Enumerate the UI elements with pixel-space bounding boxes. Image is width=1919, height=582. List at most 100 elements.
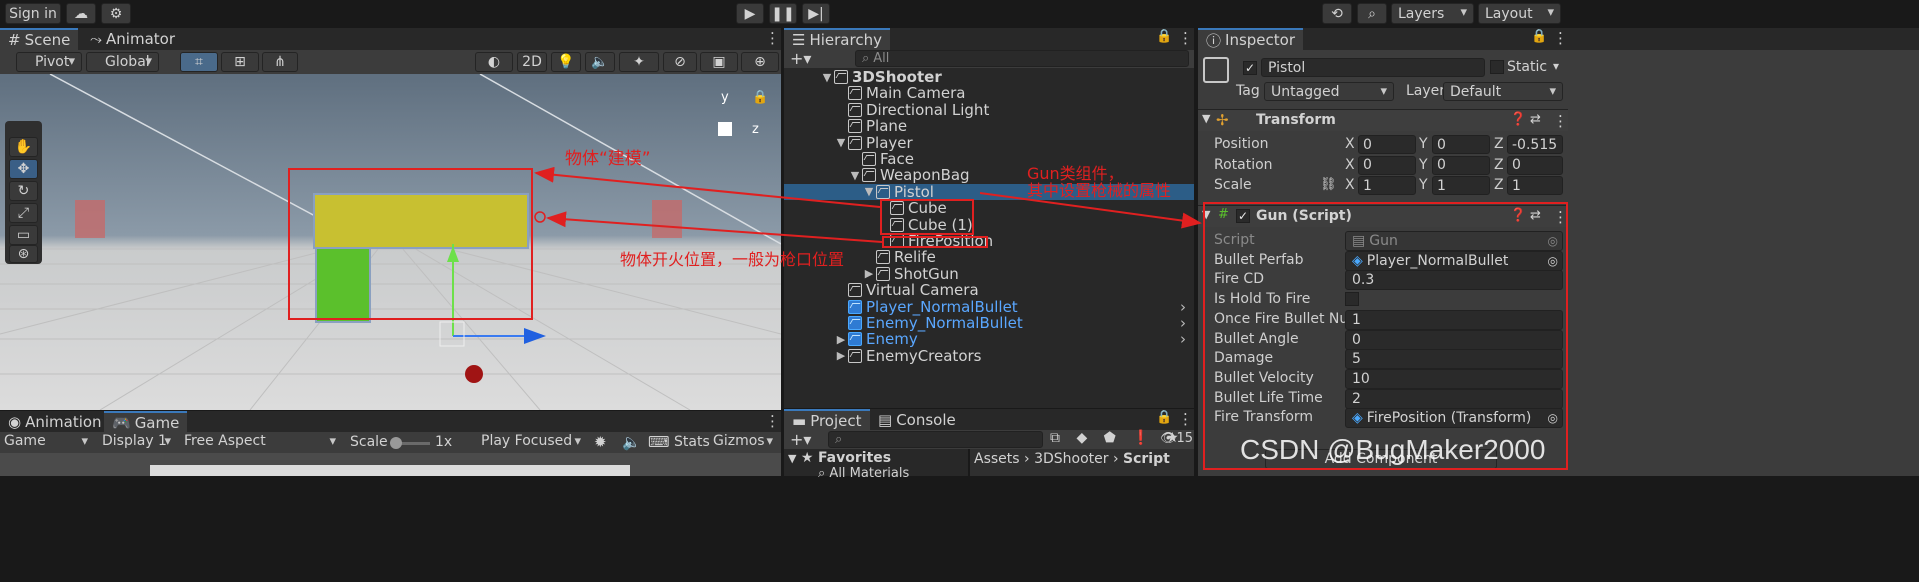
lighting-toggle[interactable]: 💡 bbox=[551, 52, 581, 72]
game-viewport[interactable] bbox=[0, 453, 781, 476]
layer-dropdown[interactable]: Default bbox=[1443, 82, 1563, 101]
hierarchy-item[interactable]: ▼ 3DShooter bbox=[784, 68, 1194, 86]
transform-preset-icon[interactable]: ⇄ bbox=[1530, 112, 1541, 127]
rect-tool-icon[interactable]: ▭ bbox=[9, 225, 38, 245]
axis-label-x[interactable]: X bbox=[1345, 177, 1355, 193]
hierarchy-search-input[interactable]: ⌕ All bbox=[855, 50, 1189, 67]
inspector-lock-icon[interactable]: 🔒 bbox=[1531, 29, 1547, 44]
aspect-dropdown[interactable]: Free Aspect bbox=[184, 433, 342, 452]
object-name-input[interactable]: Pistol bbox=[1261, 58, 1485, 77]
grid-toggle[interactable]: ⊞ bbox=[221, 52, 259, 72]
increment-snap[interactable]: ⋔ bbox=[262, 52, 298, 72]
transform-y-field[interactable]: 1 bbox=[1432, 176, 1490, 195]
layout-dropdown[interactable]: Layout bbox=[1478, 3, 1561, 24]
search-icon[interactable]: ⌕ bbox=[1357, 3, 1387, 24]
gizmos-game-dropdown[interactable]: Gizmos bbox=[713, 433, 779, 452]
hierarchy-item[interactable]: Face bbox=[784, 150, 1194, 168]
transform-x-field[interactable]: 0 bbox=[1358, 135, 1416, 154]
scale-slider[interactable] bbox=[390, 437, 430, 449]
static-dropdown-icon[interactable]: ▾ bbox=[1553, 59, 1559, 73]
axis-label-x[interactable]: X bbox=[1345, 157, 1355, 173]
all-materials-item[interactable]: ⌕ All Materials bbox=[818, 466, 909, 481]
bug-icon[interactable]: ✹ bbox=[594, 433, 607, 451]
transform-chevron-icon[interactable]: ▼ bbox=[1202, 112, 1210, 125]
hierarchy-item[interactable]: Enemy_NormalBullet › bbox=[784, 314, 1194, 332]
hierarchy-menu-icon[interactable]: ⋮ bbox=[1178, 29, 1193, 47]
expand-toggle-icon[interactable]: ▼ bbox=[820, 71, 834, 84]
hierarchy-item[interactable]: Plane bbox=[784, 117, 1194, 135]
rotate-tool-icon[interactable]: ↻ bbox=[9, 181, 38, 201]
tab-animator[interactable]: ⤳ Animator bbox=[82, 28, 183, 50]
transform-y-field[interactable]: 0 bbox=[1432, 135, 1490, 154]
pivot-dropdown[interactable]: Pivot bbox=[16, 52, 82, 72]
tab-animation[interactable]: ◉ Animation bbox=[0, 411, 110, 433]
prefab-open-icon[interactable]: › bbox=[1180, 298, 1186, 316]
tab-inspector[interactable]: ⓘ Inspector bbox=[1198, 28, 1303, 50]
expand-toggle-icon[interactable]: ▶ bbox=[834, 349, 848, 362]
play-button[interactable]: ▶ bbox=[736, 3, 764, 24]
gizmos-dropdown[interactable]: ⊕ bbox=[741, 52, 779, 72]
global-dropdown[interactable]: Global bbox=[86, 52, 159, 72]
tab-project[interactable]: ▬ Project bbox=[784, 409, 870, 431]
game-menu-icon[interactable]: ⋮ bbox=[765, 412, 780, 430]
hierarchy-lock-icon[interactable]: 🔒 bbox=[1156, 29, 1172, 44]
prefab-open-icon[interactable]: › bbox=[1180, 314, 1186, 332]
transform-z-field[interactable]: 0 bbox=[1507, 155, 1563, 175]
hierarchy-item[interactable]: Player_NormalBullet › bbox=[784, 298, 1194, 316]
link-icon[interactable]: ⛓ bbox=[1320, 177, 1337, 192]
hierarchy-item[interactable]: FirePosition bbox=[784, 232, 1194, 250]
transform-tool-icon[interactable]: ⊛ bbox=[9, 245, 38, 263]
mute-icon[interactable]: 🔈 bbox=[622, 433, 641, 451]
mode-2d-toggle[interactable]: 2D bbox=[517, 52, 547, 72]
transform-z-field[interactable]: 1 bbox=[1507, 176, 1563, 195]
axis-label-z[interactable]: Z bbox=[1494, 177, 1504, 193]
step-button[interactable]: ▶| bbox=[802, 3, 830, 24]
breadcrumb-3dshooter[interactable]: 3DShooter bbox=[1034, 451, 1108, 467]
transform-x-field[interactable]: 1 bbox=[1358, 176, 1416, 195]
project-add-button[interactable]: +▾ bbox=[790, 430, 811, 449]
hierarchy-item[interactable]: Virtual Camera bbox=[784, 281, 1194, 299]
hierarchy-add-button[interactable]: +▾ bbox=[790, 49, 811, 68]
cloud-icon[interactable]: ☁ bbox=[66, 3, 96, 24]
active-checkbox[interactable]: ✓ bbox=[1243, 61, 1257, 75]
hierarchy-item[interactable]: Relife bbox=[784, 248, 1194, 266]
axis-label-z[interactable]: Z bbox=[1494, 157, 1504, 173]
project-search-input[interactable]: ⌕ bbox=[828, 431, 1043, 448]
static-checkbox[interactable] bbox=[1490, 60, 1504, 74]
hand-tool-icon[interactable]: ✋ bbox=[9, 137, 38, 157]
transform-x-field[interactable]: 0 bbox=[1358, 155, 1416, 175]
axis-label-y[interactable]: Y bbox=[1419, 136, 1428, 152]
tab-console[interactable]: ▤ Console bbox=[870, 409, 964, 431]
hierarchy-item[interactable]: Cube (1) bbox=[784, 216, 1194, 234]
project-lock-icon[interactable]: 🔒 bbox=[1156, 410, 1172, 425]
tab-scene[interactable]: # Scene bbox=[0, 28, 78, 50]
collab-icon[interactable]: ⚙ bbox=[101, 3, 131, 24]
keyboard-icon[interactable]: ⌨ bbox=[648, 433, 670, 451]
inspector-menu-icon[interactable]: ⋮ bbox=[1553, 29, 1568, 47]
hierarchy-item[interactable]: Main Camera bbox=[784, 84, 1194, 102]
game-mode-dropdown[interactable]: Game bbox=[4, 433, 94, 452]
axis-label-x[interactable]: X bbox=[1345, 136, 1355, 152]
expand-toggle-icon[interactable]: ▼ bbox=[862, 185, 876, 198]
hierarchy-item[interactable]: Directional Light bbox=[784, 101, 1194, 119]
hierarchy-item[interactable]: ▶ Enemy › bbox=[784, 330, 1194, 348]
effects-dropdown[interactable]: ✦ bbox=[619, 52, 659, 72]
transform-menu-icon[interactable]: ⋮ bbox=[1553, 112, 1568, 130]
hierarchy-item[interactable]: ▼ Player bbox=[784, 134, 1194, 152]
hierarchy-item[interactable]: ▶ EnemyCreators bbox=[784, 347, 1194, 365]
display-dropdown[interactable]: Display 1 bbox=[102, 433, 177, 452]
expand-toggle-icon[interactable]: ▼ bbox=[834, 136, 848, 149]
lock-icon[interactable]: 🔒 bbox=[752, 90, 768, 105]
move-tool-icon[interactable]: ✥ bbox=[9, 159, 38, 179]
visibility-toggle[interactable]: ⊘ bbox=[663, 52, 697, 72]
favorites-item[interactable]: ▼ ★ Favorites bbox=[788, 450, 891, 466]
tab-game[interactable]: 🎮 Game bbox=[104, 411, 188, 433]
history-icon[interactable]: ⟲ bbox=[1322, 3, 1352, 24]
scene-menu-icon[interactable]: ⋮ bbox=[765, 29, 780, 47]
prefab-open-icon[interactable]: › bbox=[1180, 330, 1186, 348]
audio-toggle[interactable]: 🔈 bbox=[585, 52, 615, 72]
pause-button[interactable]: ❚❚ bbox=[769, 3, 797, 24]
breadcrumb-script[interactable]: Script bbox=[1123, 451, 1170, 467]
tag-dropdown[interactable]: Untagged bbox=[1264, 82, 1394, 101]
expand-toggle-icon[interactable]: ▼ bbox=[848, 169, 862, 182]
